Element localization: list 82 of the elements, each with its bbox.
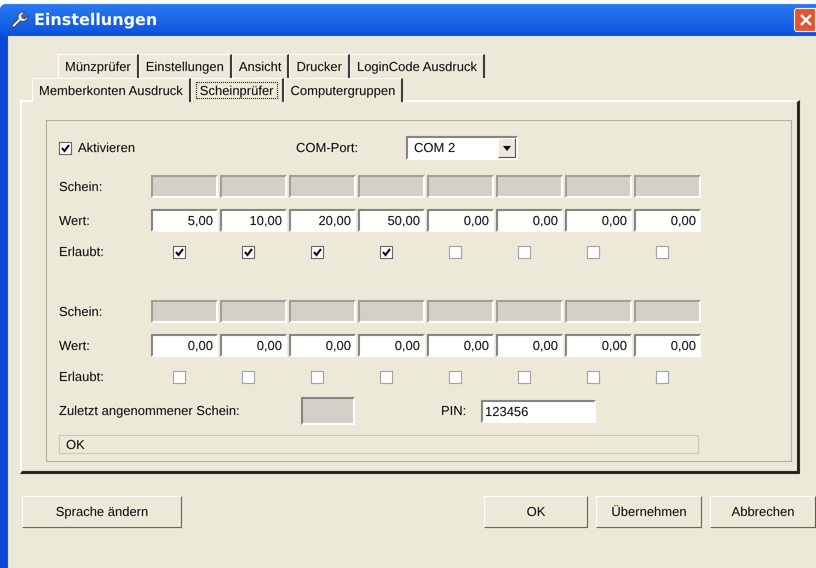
- value-field[interactable]: 0,00: [496, 334, 563, 357]
- checkbox[interactable]: [311, 246, 324, 258]
- value-field[interactable]: 0,00: [220, 334, 287, 357]
- note-field: [151, 175, 218, 198]
- checkbox[interactable]: [518, 370, 531, 384]
- checkbox[interactable]: [449, 246, 462, 258]
- dropdown-button[interactable]: [498, 138, 516, 158]
- wert-label: Wert:: [59, 336, 91, 355]
- wert-label: Wert:: [59, 212, 91, 230]
- value-field[interactable]: 20,00: [289, 209, 356, 232]
- tab[interactable]: Ansicht: [232, 54, 290, 78]
- note-field: [358, 175, 425, 198]
- value-field[interactable]: 0,00: [151, 334, 218, 357]
- wrench-icon: [10, 10, 30, 30]
- window-title: Einstellungen: [34, 9, 158, 31]
- checkbox[interactable]: [173, 246, 186, 258]
- last-accepted-label: Zuletzt angenommener Schein:: [59, 402, 241, 420]
- checkbox[interactable]: [656, 370, 669, 384]
- note-field: [289, 300, 356, 323]
- value-field[interactable]: 0,00: [358, 334, 425, 357]
- activate-label: Aktivieren: [78, 139, 136, 158]
- dialog-button[interactable]: OK: [484, 496, 588, 528]
- dialog-button[interactable]: Sprache ändern: [22, 496, 182, 528]
- tab[interactable]: Scheinprüfer: [190, 78, 284, 102]
- note-field: [427, 175, 494, 198]
- dialog-button[interactable]: Abbrechen: [710, 496, 816, 528]
- checkbox[interactable]: [518, 246, 531, 258]
- value-field[interactable]: 0,00: [634, 334, 701, 357]
- checkbox[interactable]: [656, 246, 669, 258]
- tab[interactable]: LoginCode Ausdruck: [350, 54, 485, 78]
- checkbox[interactable]: [59, 142, 72, 154]
- value-field[interactable]: 0,00: [565, 334, 632, 357]
- pin-field[interactable]: 123456: [481, 400, 596, 422]
- note-field: [565, 300, 632, 323]
- com-port-label: COM-Port:: [296, 139, 360, 158]
- schein-label: Schein:: [59, 302, 104, 321]
- note-field: [220, 175, 287, 198]
- close-icon: [799, 13, 813, 27]
- tab[interactable]: Drucker: [289, 54, 350, 78]
- note-field: [289, 175, 356, 198]
- checkbox[interactable]: [587, 246, 600, 258]
- checkbox[interactable]: [173, 370, 186, 384]
- note-field: [220, 300, 287, 323]
- com-port-value: COM 2: [413, 139, 456, 158]
- value-field[interactable]: 0,00: [289, 334, 356, 357]
- tab[interactable]: Münzprüfer: [58, 54, 139, 78]
- value-field[interactable]: 0,00: [565, 209, 632, 232]
- close-button[interactable]: [794, 8, 816, 32]
- tab[interactable]: Einstellungen: [138, 54, 232, 78]
- checkbox[interactable]: [242, 370, 255, 384]
- value-field[interactable]: 0,00: [427, 209, 494, 232]
- checkbox[interactable]: [449, 370, 462, 384]
- note-field: [358, 300, 425, 323]
- checkbox[interactable]: [380, 246, 393, 258]
- value-field[interactable]: 0,00: [427, 334, 494, 357]
- note-field: [427, 300, 494, 323]
- tab[interactable]: Computergruppen: [284, 78, 404, 102]
- last-accepted-field: [301, 397, 355, 425]
- caret-icon: [503, 146, 511, 150]
- schein-label: Schein:: [59, 178, 104, 196]
- checkbox[interactable]: [242, 246, 255, 258]
- erlaubt-label: Erlaubt:: [59, 368, 105, 386]
- value-field[interactable]: 10,00: [220, 209, 287, 232]
- note-field: [634, 175, 701, 198]
- checkbox[interactable]: [311, 370, 324, 384]
- note-field: [151, 300, 218, 323]
- value-field[interactable]: 0,00: [634, 209, 701, 232]
- value-field[interactable]: 50,00: [358, 209, 425, 232]
- value-field[interactable]: 0,00: [496, 209, 563, 232]
- note-field: [496, 300, 563, 323]
- note-field: [496, 175, 563, 198]
- pin-label: PIN:: [441, 402, 468, 420]
- status-bar: OK: [59, 435, 699, 454]
- erlaubt-label: Erlaubt:: [59, 243, 105, 262]
- note-field: [565, 175, 632, 198]
- checkbox[interactable]: [380, 370, 393, 384]
- dialog-button[interactable]: Übernehmen: [596, 496, 702, 528]
- note-field: [634, 300, 701, 323]
- value-field[interactable]: 5,00: [151, 209, 218, 232]
- com-port-dropdown[interactable]: COM 2: [406, 136, 518, 160]
- checkbox[interactable]: [587, 370, 600, 384]
- tab[interactable]: Memberkonten Ausdruck: [32, 78, 191, 102]
